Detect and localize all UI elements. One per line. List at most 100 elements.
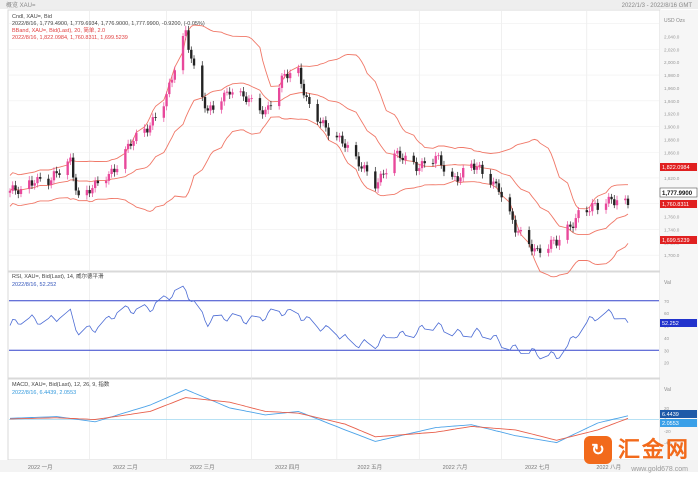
price-tick-label: 1,880.0 [664, 137, 680, 142]
candle-body [77, 190, 80, 196]
candle-body [277, 87, 281, 107]
candle-body [481, 164, 484, 174]
candle-body [225, 91, 229, 93]
candle-body [365, 165, 369, 172]
candle-body [71, 157, 75, 178]
candle-body [357, 156, 361, 167]
candle-body [283, 73, 286, 76]
candle-body [610, 196, 613, 200]
candle-body [451, 171, 454, 177]
candle-body [288, 73, 292, 79]
x-axis-label: 2022 七月 [525, 463, 550, 471]
candle-body [431, 163, 435, 165]
rsi-panel [7, 271, 661, 379]
badge-upper: 1,822.0984 [660, 163, 697, 171]
candle-body [404, 155, 407, 161]
candle-body [354, 145, 358, 157]
candle-body [17, 190, 20, 195]
candle-body [286, 73, 289, 79]
candle-body [324, 120, 328, 128]
candle-body [577, 210, 580, 219]
x-axis-label: 2022 四月 [275, 464, 300, 471]
candle-body [462, 167, 465, 178]
price-unit: USD Ozs [664, 18, 685, 24]
x-axis-label: 2022 六月 [443, 463, 468, 471]
svg-text:1,699.5239: 1,699.5239 [662, 238, 690, 244]
candle-body [319, 121, 322, 124]
candle-body [398, 150, 402, 158]
candle-body [247, 98, 251, 103]
candle-body [604, 203, 608, 210]
candle-body [547, 248, 550, 253]
candle-body [168, 82, 171, 95]
price-tick-label: 1,700.0 [664, 253, 680, 258]
candle-body [494, 181, 498, 184]
candle-body [613, 199, 616, 206]
candle-body [220, 101, 223, 110]
candle-body [456, 176, 459, 182]
macd-tick-label: -20 [664, 429, 671, 434]
candle-body [91, 188, 94, 194]
candle-body [88, 189, 91, 194]
candle-body [181, 35, 185, 71]
candle-body [173, 70, 176, 80]
candle-body [250, 98, 253, 99]
candle-body [30, 180, 34, 186]
candle-body [135, 132, 138, 142]
candle-body [11, 185, 14, 191]
candle-body [162, 106, 165, 118]
candle-body [569, 224, 572, 227]
gold678-logo-icon: ↻ [583, 436, 612, 464]
candle-body [420, 161, 424, 169]
badge-close: 1,777.9900 [659, 187, 698, 198]
candle-body [55, 171, 58, 174]
candle-body [401, 157, 404, 161]
candle-body [574, 218, 577, 228]
candle-body [96, 180, 100, 184]
candle-body [385, 173, 388, 175]
badge-signal: 2.0553 [660, 419, 697, 427]
candle-body [28, 180, 31, 190]
rsi-unit: Val [664, 280, 671, 286]
candle-body [552, 239, 556, 241]
candle-body [302, 83, 306, 96]
candle-body [470, 163, 473, 168]
badge-rsi: 52.252 [660, 319, 697, 327]
candle-body [146, 128, 149, 133]
candle-body [113, 168, 116, 173]
candle-body [527, 230, 531, 245]
candle-body [376, 182, 380, 189]
candle-body [36, 177, 39, 184]
candle-body [478, 164, 481, 167]
candle-body [442, 165, 446, 172]
price-tick-label: 1,740.0 [664, 227, 680, 232]
candle-body [258, 98, 262, 111]
title-bar [0, 0, 698, 9]
candle-body [126, 143, 130, 150]
candle-body [201, 65, 204, 98]
rsi-legend-1: RSI, XAU=, Bid(Last), 14, 威尔德平滑 [12, 272, 104, 280]
candle-body [593, 202, 597, 204]
candle-body [132, 141, 135, 146]
svg-text:1,777.9900: 1,777.9900 [662, 191, 693, 197]
candle-body [66, 161, 69, 176]
price-tick-label: 1,860.0 [664, 150, 680, 155]
candle-body [261, 110, 264, 115]
price-tick-label: 2,020.0 [664, 47, 680, 52]
candle-body [374, 171, 377, 189]
title-left: 概览 XAU= [6, 1, 36, 9]
candle-body [267, 105, 270, 110]
candle-body [124, 149, 127, 169]
candle-body [453, 176, 457, 177]
candle [181, 33, 185, 75]
candle-body [305, 95, 308, 98]
chart-window: 概览 XAU= 2022/1/3 - 2022/8/16 GMT Cndl, X… [0, 0, 698, 473]
candle-body [299, 67, 303, 84]
rsi-tick-label: 40 [664, 336, 670, 341]
price-tick-label: 1,940.0 [664, 99, 680, 104]
candle-body [321, 120, 325, 124]
candle-body [19, 189, 23, 195]
candle-body [475, 166, 479, 170]
candle-body [228, 91, 231, 95]
watermark: ↻ 汇金网 www.gold678.com [583, 436, 690, 473]
